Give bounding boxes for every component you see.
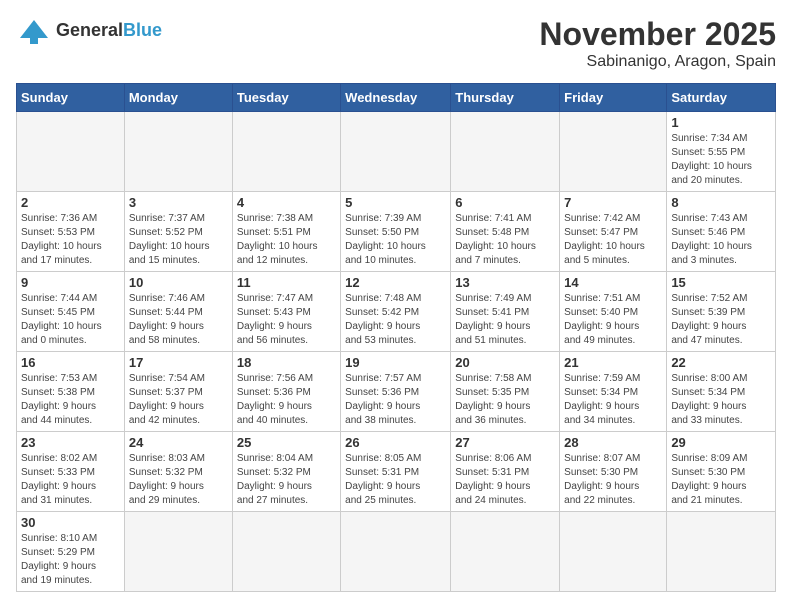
calendar-subtitle: Sabinanigo, Aragon, Spain [539,53,776,71]
day-19: 19 Sunrise: 7:57 AMSunset: 5:36 PMDaylig… [341,352,451,432]
empty-cell [232,512,340,592]
day-17: 17 Sunrise: 7:54 AMSunset: 5:37 PMDaylig… [124,352,232,432]
empty-cell [17,112,125,192]
empty-cell [232,112,340,192]
calendar-row-4: 16 Sunrise: 7:53 AMSunset: 5:38 PMDaylig… [17,352,776,432]
empty-cell [451,112,560,192]
day-30: 30 Sunrise: 8:10 AMSunset: 5:29 PMDaylig… [17,512,125,592]
page-header: GeneralBlue November 2025 Sabinanigo, Ar… [16,16,776,71]
day-13: 13 Sunrise: 7:49 AMSunset: 5:41 PMDaylig… [451,272,560,352]
empty-cell [124,112,232,192]
day-22: 22 Sunrise: 8:00 AMSunset: 5:34 PMDaylig… [667,352,776,432]
day-2: 2 Sunrise: 7:36 AMSunset: 5:53 PMDayligh… [17,192,125,272]
day-25: 25 Sunrise: 8:04 AMSunset: 5:32 PMDaylig… [232,432,340,512]
day-14: 14 Sunrise: 7:51 AMSunset: 5:40 PMDaylig… [560,272,667,352]
header-monday: Monday [124,84,232,112]
calendar-title: November 2025 [539,16,776,53]
day-5: 5 Sunrise: 7:39 AMSunset: 5:50 PMDayligh… [341,192,451,272]
day-20: 20 Sunrise: 7:58 AMSunset: 5:35 PMDaylig… [451,352,560,432]
day-18: 18 Sunrise: 7:56 AMSunset: 5:36 PMDaylig… [232,352,340,432]
empty-cell [451,512,560,592]
calendar-row-2: 2 Sunrise: 7:36 AMSunset: 5:53 PMDayligh… [17,192,776,272]
logo-icon [16,16,52,44]
logo-text: GeneralBlue [56,20,162,41]
header-tuesday: Tuesday [232,84,340,112]
header-wednesday: Wednesday [341,84,451,112]
day-3: 3 Sunrise: 7:37 AMSunset: 5:52 PMDayligh… [124,192,232,272]
day-7: 7 Sunrise: 7:42 AMSunset: 5:47 PMDayligh… [560,192,667,272]
day-11: 11 Sunrise: 7:47 AMSunset: 5:43 PMDaylig… [232,272,340,352]
empty-cell [341,512,451,592]
day-27: 27 Sunrise: 8:06 AMSunset: 5:31 PMDaylig… [451,432,560,512]
day-28: 28 Sunrise: 8:07 AMSunset: 5:30 PMDaylig… [560,432,667,512]
empty-cell [560,112,667,192]
weekday-header-row: Sunday Monday Tuesday Wednesday Thursday… [17,84,776,112]
calendar-row-5: 23 Sunrise: 8:02 AMSunset: 5:33 PMDaylig… [17,432,776,512]
header-thursday: Thursday [451,84,560,112]
day-10: 10 Sunrise: 7:46 AMSunset: 5:44 PMDaylig… [124,272,232,352]
day-23: 23 Sunrise: 8:02 AMSunset: 5:33 PMDaylig… [17,432,125,512]
day-6: 6 Sunrise: 7:41 AMSunset: 5:48 PMDayligh… [451,192,560,272]
title-block: November 2025 Sabinanigo, Aragon, Spain [539,16,776,71]
day-29: 29 Sunrise: 8:09 AMSunset: 5:30 PMDaylig… [667,432,776,512]
day-4: 4 Sunrise: 7:38 AMSunset: 5:51 PMDayligh… [232,192,340,272]
header-sunday: Sunday [17,84,125,112]
day-15: 15 Sunrise: 7:52 AMSunset: 5:39 PMDaylig… [667,272,776,352]
day-1: 1 Sunrise: 7:34 AM Sunset: 5:55 PM Dayli… [667,112,776,192]
calendar-row-3: 9 Sunrise: 7:44 AMSunset: 5:45 PMDayligh… [17,272,776,352]
day-12: 12 Sunrise: 7:48 AMSunset: 5:42 PMDaylig… [341,272,451,352]
day-21: 21 Sunrise: 7:59 AMSunset: 5:34 PMDaylig… [560,352,667,432]
day-9: 9 Sunrise: 7:44 AMSunset: 5:45 PMDayligh… [17,272,125,352]
header-saturday: Saturday [667,84,776,112]
empty-cell [341,112,451,192]
calendar-row-6: 30 Sunrise: 8:10 AMSunset: 5:29 PMDaylig… [17,512,776,592]
header-friday: Friday [560,84,667,112]
calendar-table: Sunday Monday Tuesday Wednesday Thursday… [16,83,776,592]
empty-cell [124,512,232,592]
day-26: 26 Sunrise: 8:05 AMSunset: 5:31 PMDaylig… [341,432,451,512]
empty-cell [667,512,776,592]
day-24: 24 Sunrise: 8:03 AMSunset: 5:32 PMDaylig… [124,432,232,512]
calendar-row-1: 1 Sunrise: 7:34 AM Sunset: 5:55 PM Dayli… [17,112,776,192]
empty-cell [560,512,667,592]
day-8: 8 Sunrise: 7:43 AMSunset: 5:46 PMDayligh… [667,192,776,272]
logo: GeneralBlue [16,16,162,44]
day-16: 16 Sunrise: 7:53 AMSunset: 5:38 PMDaylig… [17,352,125,432]
